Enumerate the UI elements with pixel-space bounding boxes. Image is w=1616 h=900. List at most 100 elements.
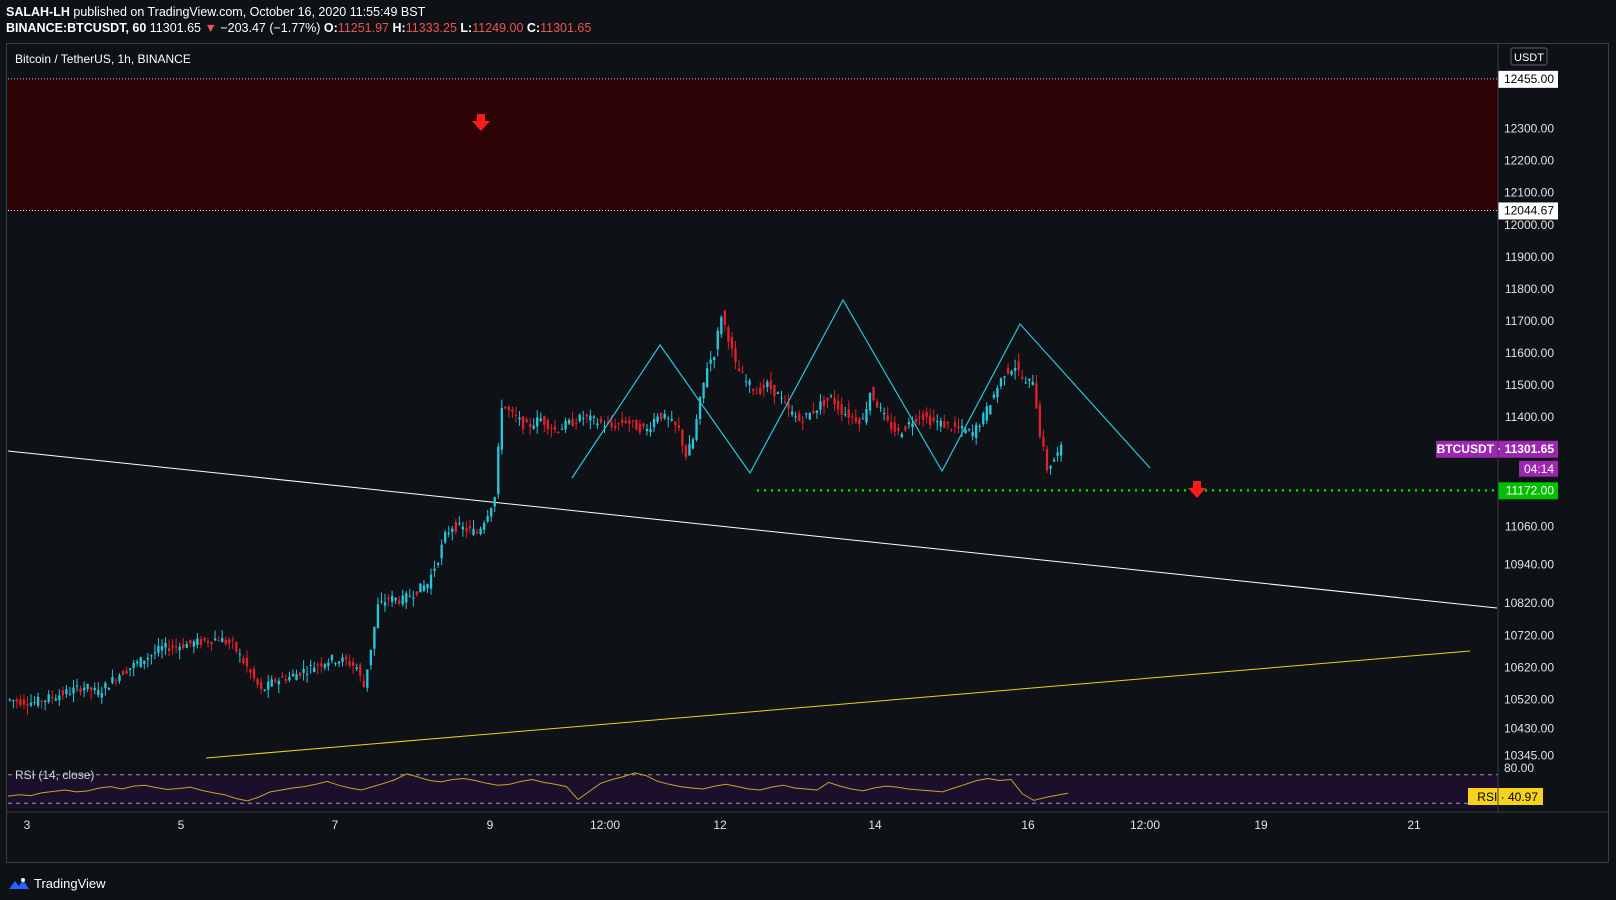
- candle: [97, 682, 100, 698]
- candle-body: [376, 604, 380, 628]
- candle-body: [929, 415, 932, 426]
- candle-body: [720, 317, 723, 335]
- candle: [33, 696, 36, 706]
- candle-body: [766, 381, 769, 387]
- candle-body: [479, 528, 482, 535]
- candle: [235, 641, 238, 654]
- candle: [663, 409, 666, 420]
- candle: [281, 671, 284, 678]
- candle-body: [259, 682, 263, 690]
- candle-body: [592, 416, 596, 418]
- candle: [380, 592, 383, 605]
- candle-body: [780, 397, 783, 399]
- candle: [277, 677, 280, 694]
- candle: [26, 696, 29, 715]
- price-tick-label: 11400.00: [1505, 410, 1554, 424]
- candle: [1045, 445, 1049, 474]
- candle: [323, 663, 326, 671]
- candle-body: [1038, 405, 1042, 437]
- candle-body: [709, 359, 712, 364]
- candle: [1056, 446, 1059, 462]
- candle: [567, 418, 571, 426]
- candle-body: [755, 393, 758, 395]
- candle: [475, 528, 479, 535]
- candle-body: [550, 428, 553, 430]
- candle-body: [419, 583, 422, 593]
- candle-body: [189, 639, 192, 644]
- candle-body: [844, 414, 847, 416]
- candle-body: [51, 697, 54, 699]
- candle-body: [737, 368, 741, 372]
- candle: [228, 637, 231, 650]
- candle-body: [313, 667, 316, 672]
- candle: [22, 694, 26, 710]
- candle-body: [433, 568, 436, 572]
- candle-body: [341, 657, 344, 662]
- candle: [221, 630, 224, 643]
- candle-body: [422, 585, 426, 591]
- candle: [875, 398, 879, 408]
- candle-body: [613, 426, 617, 429]
- candle: [656, 413, 659, 425]
- candle-body: [713, 357, 716, 361]
- candle: [628, 416, 631, 432]
- candle: [51, 690, 54, 704]
- candle-body: [960, 425, 964, 429]
- candle-body: [412, 597, 415, 599]
- candle: [865, 401, 868, 426]
- price-chart[interactable]: Bitcoin / TetherUS, 1h, BINANCE 12300.00 1…: [0, 0, 1616, 900]
- tradingview-brand[interactable]: TradingView: [8, 876, 106, 891]
- candle-body: [369, 649, 373, 666]
- candle: [164, 637, 167, 656]
- symbol-tag-label: BTCUSDT · 11301.65: [1437, 442, 1555, 456]
- candle: [999, 377, 1003, 390]
- candle: [982, 411, 985, 427]
- candle: [599, 415, 603, 424]
- candle-body: [705, 368, 709, 388]
- candle: [621, 412, 624, 427]
- candle: [440, 539, 443, 566]
- candle: [344, 653, 348, 666]
- candle-body: [801, 421, 804, 423]
- candle-body: [691, 439, 695, 449]
- candle: [355, 663, 358, 672]
- candle: [755, 386, 758, 395]
- candle: [302, 660, 305, 681]
- candle: [819, 394, 822, 415]
- candle-body: [500, 407, 503, 450]
- time-tick-label: 21: [1407, 818, 1421, 832]
- candle: [730, 332, 734, 357]
- candle: [100, 686, 103, 704]
- candle-body: [40, 701, 43, 703]
- candle: [684, 443, 688, 461]
- candle-body: [68, 693, 72, 695]
- candle: [596, 418, 599, 429]
- candle-body: [196, 638, 199, 645]
- candle: [645, 423, 649, 436]
- candle-body: [366, 669, 369, 688]
- candle-body: [82, 687, 86, 691]
- candle-body: [911, 423, 914, 428]
- candle-body: [86, 683, 89, 689]
- candle: [153, 644, 157, 660]
- candle: [727, 324, 730, 350]
- candle-body: [405, 593, 408, 603]
- candle-body: [808, 413, 811, 420]
- candle: [454, 519, 457, 535]
- brand-name: TradingView: [34, 876, 106, 891]
- candle: [833, 389, 836, 411]
- candle-body: [1028, 378, 1031, 381]
- candle-body: [93, 687, 96, 691]
- candle-body: [536, 417, 539, 427]
- candle: [528, 418, 532, 436]
- candle: [160, 639, 164, 659]
- candle: [553, 419, 557, 434]
- candle-body: [426, 584, 429, 589]
- candle: [659, 412, 663, 422]
- candle: [47, 690, 50, 704]
- candle: [270, 675, 273, 688]
- candle-body: [224, 639, 227, 644]
- candle-body: [475, 531, 479, 534]
- candle-body: [833, 397, 836, 405]
- candles: [8, 309, 1063, 715]
